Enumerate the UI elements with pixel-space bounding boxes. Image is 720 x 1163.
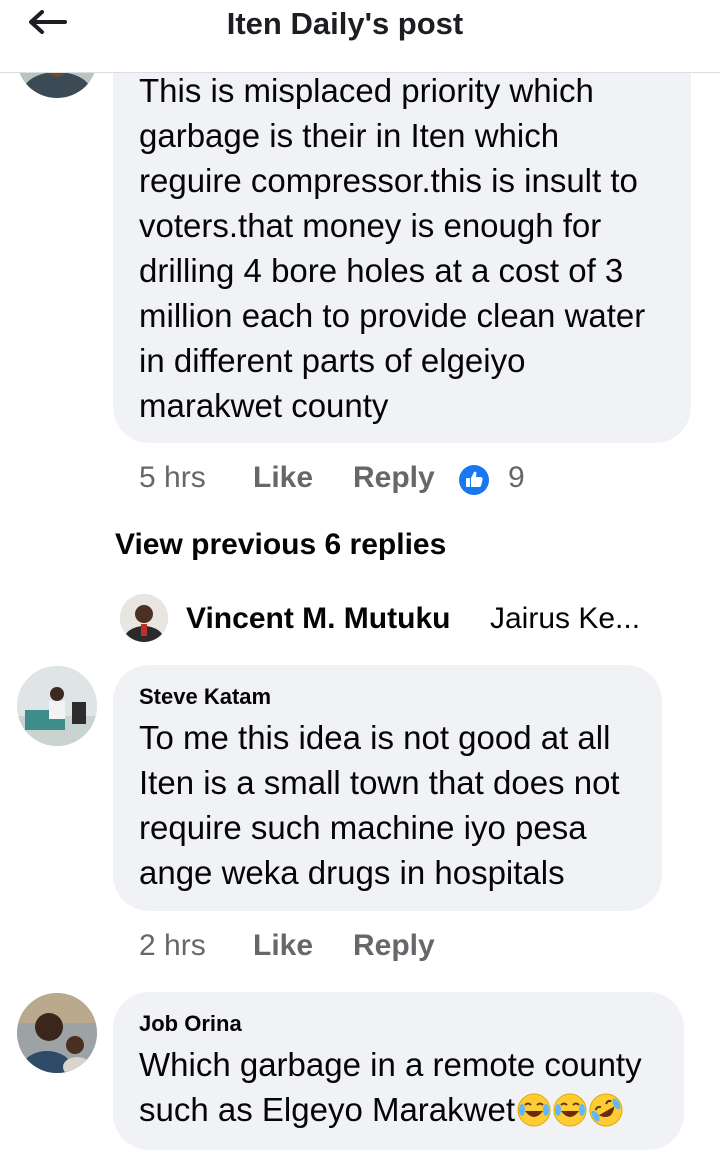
face-with-tears-of-joy-icon [553,1093,587,1138]
face-with-tears-of-joy-icon [517,1093,551,1138]
thumbs-up-icon [458,464,490,505]
user-photo [17,666,97,746]
comment-text: This is misplaced priority which garbage… [139,72,646,424]
page-title: Iten Daily's post [226,6,464,41]
comment-text: Which garbage in a remote county such as… [139,1042,674,1138]
avatar [120,594,168,642]
comment-bubble[interactable]: Steve Katam To me this idea is not good … [113,665,662,911]
like-button[interactable]: Like [253,928,313,964]
reply-snippet: Jairus Ke... [490,602,641,635]
reply-preview[interactable]: Vincent M. Mutuku Jairus Ke... [120,594,700,644]
view-previous-replies[interactable]: View previous 6 replies [115,528,446,562]
top-bar: Iten Daily's post [0,0,720,73]
reply-button[interactable]: Reply [353,460,435,496]
comment-actions: 5 hrs Like Reply 9 [139,460,699,500]
reply-author[interactable]: Vincent M. Mutuku [186,602,450,636]
comment-bubble[interactable]: This is misplaced priority which garbage… [113,40,691,443]
like-button[interactable]: Like [253,460,313,496]
comment-actions: 2 hrs Like Reply [139,928,559,968]
user-photo [17,993,97,1073]
rolling-on-floor-laughing-icon [589,1093,623,1138]
user-photo [120,594,168,642]
timestamp: 5 hrs [139,461,206,494]
comment-bubble[interactable]: Job Orina Which garbage in a remote coun… [113,992,684,1150]
avatar[interactable] [17,993,97,1073]
timestamp: 2 hrs [139,929,206,962]
comment-text: To me this idea is not good at all Iten … [139,719,620,891]
reaction-count: 9 [508,461,525,494]
comment-author[interactable]: Job Orina [139,1010,674,1038]
reply-button[interactable]: Reply [353,928,435,964]
comment-author[interactable]: Steve Katam [139,683,646,711]
avatar[interactable] [17,666,97,746]
